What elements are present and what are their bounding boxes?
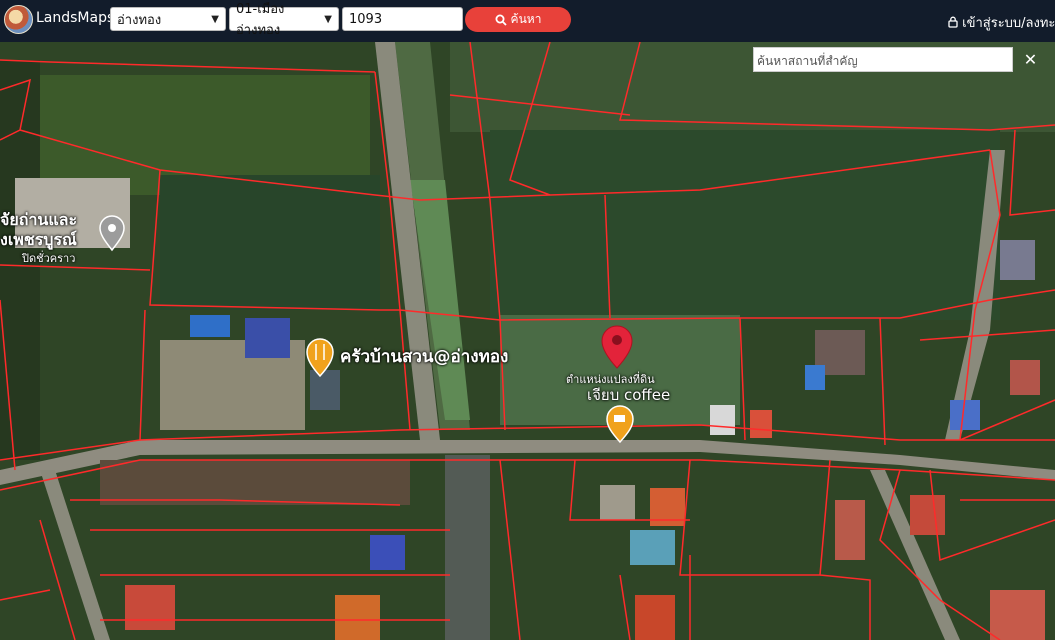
district-select[interactable]: 01-เมืองอ่างทอง ▼ <box>229 2 339 38</box>
poi-left-status: ปิดชั่วคราว <box>22 252 76 265</box>
building-roof <box>710 405 735 435</box>
building-roof <box>750 410 772 438</box>
chevron-down-icon: ▼ <box>211 13 219 25</box>
building-roof <box>245 318 290 358</box>
brand-name[interactable]: LandsMaps <box>36 10 114 26</box>
lot <box>445 455 490 640</box>
building-roof <box>1000 240 1035 280</box>
coffee-label[interactable]: เจียบ coffee <box>587 383 670 407</box>
search-button[interactable]: ค้นหา <box>465 7 571 32</box>
satellite-map[interactable]: จัยถ่านและ งเพชรบูรณ์ ปิดชั่วคราว ครัวบ้… <box>0 42 1055 640</box>
building-roof <box>310 370 340 410</box>
search-button-label: ค้นหา <box>510 12 542 26</box>
landsmaps-logo[interactable] <box>4 5 33 34</box>
building-roof <box>335 595 380 640</box>
dirt-field <box>100 460 410 505</box>
login-link-label: เข้าสู่ระบบ/ลงทะเบี <box>962 16 1055 31</box>
district-select-value: 01-เมืองอ่างทอง <box>236 2 285 38</box>
building-roof <box>805 365 825 390</box>
top-navbar: LandsMaps อ่างทอง ▼ 01-เมืองอ่างทอง ▼ 10… <box>0 0 1055 42</box>
building-roof <box>125 585 175 630</box>
parcel-number-value: 1093 <box>349 11 383 27</box>
landmark-search-input[interactable]: ค้นหาสถานที่สำคัญ <box>753 47 1013 72</box>
chevron-down-icon: ▼ <box>324 13 332 25</box>
lock-icon <box>948 16 958 28</box>
building-roof <box>950 400 980 430</box>
building-roof <box>630 530 675 565</box>
close-icon[interactable]: ✕ <box>1018 47 1043 72</box>
building-roof <box>635 595 675 640</box>
building-roof <box>835 500 865 560</box>
map-canvas[interactable] <box>0 42 1055 640</box>
parcel-number-input[interactable]: 1093 <box>342 7 463 31</box>
login-link[interactable]: เข้าสู่ระบบ/ลงทะเบี <box>948 12 1055 33</box>
building-roof <box>910 495 945 535</box>
landmark-search-placeholder: ค้นหาสถานที่สำคัญ <box>757 54 858 68</box>
building-roof <box>600 485 635 520</box>
search-icon <box>495 14 507 26</box>
field-area <box>160 175 380 310</box>
province-select[interactable]: อ่างทอง ▼ <box>110 7 226 31</box>
province-select-value: อ่างทอง <box>117 12 162 28</box>
restaurant-label[interactable]: ครัวบ้านสวน@อ่างทอง <box>340 343 508 370</box>
building-roof <box>190 315 230 337</box>
building-roof <box>370 535 405 570</box>
building-roof <box>990 590 1045 640</box>
building-roof <box>1010 360 1040 395</box>
